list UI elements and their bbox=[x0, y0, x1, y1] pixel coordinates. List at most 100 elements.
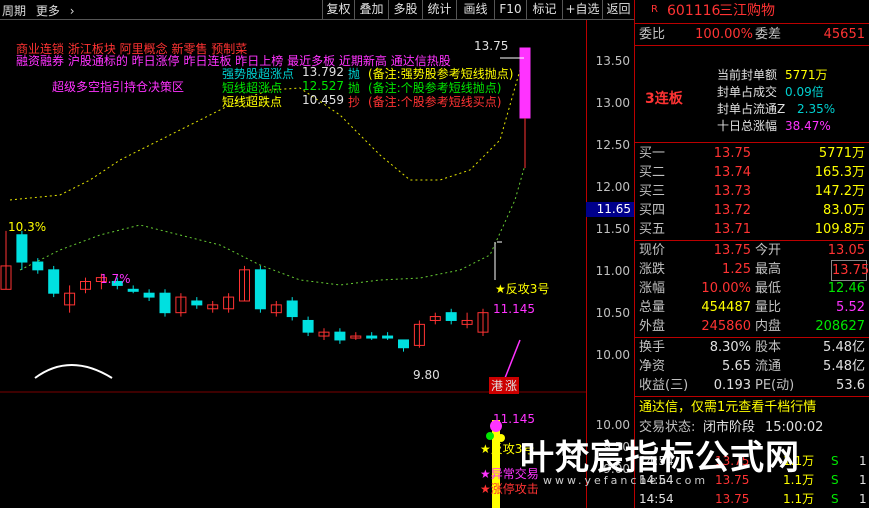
bid-price: 13.74 bbox=[713, 165, 751, 180]
stat2-row: 收益(三) 0.193 PE(动) 53.6 bbox=[635, 376, 869, 395]
watermark-url: www.yefanchen.com bbox=[543, 474, 709, 487]
watermark-text: 叶梵宸指标公式网 bbox=[520, 438, 800, 478]
bid-label: 买五 bbox=[639, 222, 666, 237]
multi-stock-button[interactable]: 多股 bbox=[388, 0, 422, 19]
counter-attack-signal: ★反攻3号 bbox=[495, 282, 550, 296]
y-tick: 12.00 bbox=[595, 180, 630, 194]
draw-line-button[interactable]: 画线 bbox=[456, 0, 494, 19]
stat-value: 13.75 bbox=[713, 243, 751, 258]
stat-row: 涨跌 1.25 最高 13.75 bbox=[635, 260, 869, 281]
promo-text[interactable]: 通达信，仅需1元查看千档行情 bbox=[639, 398, 816, 417]
stat-label: 总量 bbox=[639, 300, 666, 315]
short-oversold-title: 短线超跌点 bbox=[222, 95, 283, 109]
strong-overbought-value: 13.792 bbox=[302, 65, 344, 79]
stat2-row: 换手 8.30% 股本 5.48亿 bbox=[635, 338, 869, 357]
tick-count: 1 bbox=[859, 454, 867, 468]
stat-row: 外盘 245860 内盘 208627 bbox=[635, 317, 869, 336]
divider bbox=[635, 45, 869, 46]
candle-body bbox=[398, 339, 409, 349]
bid-row: 买四 13.72 83.0万 bbox=[635, 201, 869, 220]
lower-band-line bbox=[19, 164, 526, 286]
candle-body bbox=[334, 331, 346, 341]
bid-volume: 165.3万 bbox=[814, 165, 865, 180]
stat-value: 454487 bbox=[701, 300, 751, 315]
stock-name: 三江购物 bbox=[719, 3, 775, 19]
stat-value: 12.46 bbox=[827, 281, 865, 296]
stock-code: 601116 bbox=[667, 3, 721, 19]
add-watchlist-button[interactable]: +自选 bbox=[562, 0, 602, 19]
stat2-row: 净资 5.65 流通 5.48亿 bbox=[635, 357, 869, 376]
stat2-value: 8.30% bbox=[709, 340, 751, 355]
wei-bi-row: 委比 100.00% 委差 45651 bbox=[635, 25, 869, 44]
statistics-button[interactable]: 统计 bbox=[422, 0, 456, 19]
y-tick: 12.50 bbox=[595, 138, 630, 152]
stat-row: 总量 454487 量比 5.52 bbox=[635, 298, 869, 317]
ten-day-label: 十日总涨幅 bbox=[717, 119, 778, 133]
ten-day-value: 38.47% bbox=[785, 119, 831, 133]
low-price-label: 9.80 bbox=[413, 368, 440, 382]
wei-bi-label: 委比 bbox=[639, 27, 666, 42]
stat-label: 现价 bbox=[639, 243, 666, 258]
current-price-tag: 11.65 bbox=[586, 202, 634, 217]
seal-amount-row: 当前封单额 5771万 bbox=[635, 66, 869, 82]
candle-body bbox=[191, 300, 203, 306]
bid-row: 买一 13.75 5771万 bbox=[635, 144, 869, 163]
candle-body bbox=[366, 335, 378, 339]
period-menu[interactable]: 周期 bbox=[2, 4, 26, 18]
more-menu[interactable]: 更多 bbox=[36, 4, 60, 18]
stat-value: 10.00% bbox=[701, 281, 751, 296]
tick-row: 14:54 13.75 1.1万 S 1 bbox=[635, 490, 869, 508]
y-tick: 13.00 bbox=[595, 96, 630, 110]
stat2-value: 5.65 bbox=[722, 359, 751, 374]
trend-line bbox=[504, 339, 521, 379]
stat-label: 最低 bbox=[755, 281, 782, 296]
stat-value: 13.05 bbox=[827, 243, 865, 258]
stat-value: 208627 bbox=[815, 319, 865, 334]
candle-body bbox=[159, 292, 171, 314]
bid-volume: 147.2万 bbox=[814, 184, 865, 199]
stat-label: 最高 bbox=[755, 262, 782, 277]
top-toolbar: 周期 更多 › 复权 叠加 多股 统计 画线 F10 标记 +自选 返回 bbox=[0, 0, 634, 20]
candle-body bbox=[143, 292, 155, 298]
signal-dot bbox=[486, 432, 494, 440]
tick-side: S bbox=[831, 454, 839, 468]
short-oversold-note: (备注:个股参考短线买点) bbox=[368, 95, 502, 109]
kline-chart[interactable]: 商业连锁 浙江板块 阿里概念 新零售 预制菜 融资融券 沪股通标的 昨日涨停 昨… bbox=[0, 20, 586, 508]
mark-button[interactable]: 标记 bbox=[526, 0, 562, 19]
stat2-label: 股本 bbox=[755, 340, 782, 355]
promo-banner[interactable]: 通达信，仅需1元查看千档行情 bbox=[635, 398, 869, 417]
divider bbox=[635, 396, 869, 397]
stat-label: 量比 bbox=[755, 300, 782, 315]
wei-cha-label: 委差 bbox=[755, 27, 782, 42]
restore-rights-button[interactable]: 复权 bbox=[322, 0, 354, 19]
f10-button[interactable]: F10 bbox=[494, 0, 526, 19]
stat-row: 现价 13.75 今开 13.05 bbox=[635, 241, 869, 260]
ten-day-row: 十日总涨幅 38.47% bbox=[635, 117, 869, 133]
rise-tag: 涨 bbox=[503, 377, 520, 394]
bid-label: 买四 bbox=[639, 203, 666, 218]
stat2-label: 换手 bbox=[639, 340, 666, 355]
r-badge: R bbox=[651, 4, 658, 15]
bid-price: 13.73 bbox=[713, 184, 751, 199]
stat-value: 13.75 bbox=[831, 260, 869, 281]
stat-value: 1.25 bbox=[722, 262, 751, 277]
stat2-label: PE(动) bbox=[755, 378, 795, 393]
stat2-value: 0.193 bbox=[713, 378, 751, 393]
stock-header: R 601116 三江购物 bbox=[635, 2, 869, 22]
pct-label-left: 10.3% bbox=[8, 220, 47, 234]
candle-body bbox=[32, 261, 44, 271]
bid-price: 13.71 bbox=[713, 222, 751, 237]
level-label-2: 11.145 bbox=[493, 412, 535, 426]
arc-indicator bbox=[34, 364, 113, 379]
stat-row: 涨幅 10.00% 最低 12.46 bbox=[635, 279, 869, 298]
overlay-button[interactable]: 叠加 bbox=[354, 0, 388, 19]
bid-price: 13.75 bbox=[713, 146, 751, 161]
chevron-right-icon[interactable]: › bbox=[70, 4, 75, 18]
back-button[interactable]: 返回 bbox=[602, 0, 634, 19]
stat-value: 5.52 bbox=[836, 300, 865, 315]
short-oversold-word: 抄 bbox=[348, 95, 361, 109]
stat-value: 245860 bbox=[701, 319, 751, 334]
candle-body bbox=[127, 288, 139, 292]
stat-label: 内盘 bbox=[755, 319, 782, 334]
level-label: 11.145 bbox=[493, 302, 535, 316]
